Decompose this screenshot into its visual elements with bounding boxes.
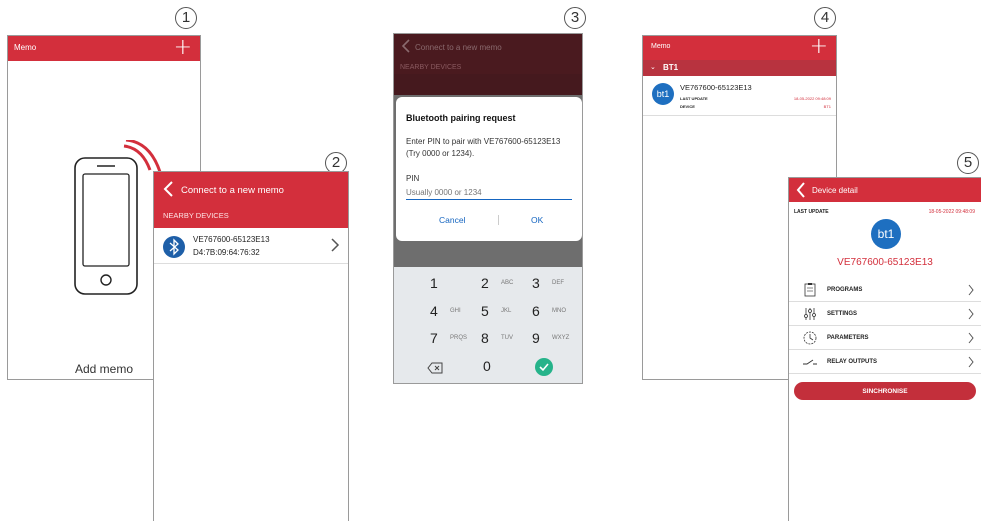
- app-bar: Connect to a new memo NEARBY DEVICES: [154, 172, 348, 228]
- menu-item-parameters[interactable]: PARAMETERS: [789, 326, 981, 350]
- key-0[interactable]: 0: [483, 358, 535, 378]
- backspace-icon[interactable]: [427, 362, 443, 374]
- app-title: Device detail: [812, 186, 858, 195]
- group-header[interactable]: ⌄ BT1: [643, 60, 836, 76]
- app-bar: Device detail: [789, 178, 981, 202]
- key-4[interactable]: 4 GHI: [430, 303, 482, 323]
- key-1[interactable]: 1: [430, 275, 482, 295]
- app-bar: Memo +: [643, 36, 836, 60]
- screen-connect-device: Connect to a new memo NEARBY DEVICES VE7…: [153, 171, 349, 521]
- group-name: BT1: [663, 63, 679, 72]
- menu-item-settings[interactable]: SETTINGS: [789, 302, 981, 326]
- clock-icon: [803, 331, 817, 345]
- key-8[interactable]: 8 TUV: [481, 330, 533, 350]
- step-number-3: 3: [564, 7, 586, 29]
- device-address: D4:7B:09:64:76:32: [193, 248, 260, 257]
- list-item[interactable]: VE767600-65123E13 D4:7B:09:64:76:32: [154, 228, 348, 264]
- plus-icon[interactable]: +: [174, 37, 192, 59]
- chevron-right-icon: [968, 308, 974, 320]
- avatar: bt1: [871, 219, 901, 249]
- section-header: NEARBY DEVICES: [163, 211, 229, 220]
- device-value: BT1: [823, 104, 831, 109]
- key-6[interactable]: 6 MNO: [532, 303, 582, 323]
- cancel-button[interactable]: Cancel: [439, 215, 465, 225]
- chevron-right-icon: [968, 284, 974, 296]
- last-update-label: LAST UPDATE: [794, 209, 829, 215]
- back-chevron-icon[interactable]: [401, 39, 411, 53]
- dialog-title: Bluetooth pairing request: [406, 113, 516, 123]
- menu-item-relay-outputs[interactable]: RELAY OUTPUTS: [789, 350, 981, 374]
- check-icon[interactable]: [535, 358, 553, 376]
- last-update-label: LAST UPDATE: [680, 96, 708, 101]
- plus-icon[interactable]: +: [810, 36, 828, 58]
- chevron-right-icon: [331, 238, 340, 252]
- key-3[interactable]: 3 DEF: [532, 275, 582, 295]
- app-title: Memo: [14, 43, 37, 52]
- bluetooth-icon: [163, 236, 185, 258]
- button-divider: [498, 215, 499, 225]
- step-number-1: 1: [175, 7, 197, 29]
- key-2[interactable]: 2 ABC: [481, 275, 533, 295]
- screen-pairing-dialog: Connect to a new memo NEARBY DEVICES Blu…: [393, 33, 583, 384]
- numeric-keypad: 1 2 ABC 3 DEF 4 GHI 5 JKL 6 MNO 7 PRQS 8 TUV 9W…: [394, 267, 582, 383]
- pin-input[interactable]: [406, 186, 572, 200]
- chevron-right-icon: [968, 356, 974, 368]
- ok-button[interactable]: OK: [531, 215, 543, 225]
- pin-label: PIN: [406, 174, 420, 183]
- dialog-message: Enter PIN to pair with VE767600-65123E13…: [406, 137, 561, 158]
- key-5[interactable]: 5 JKL: [481, 303, 533, 323]
- chevron-right-icon: [968, 332, 974, 344]
- device-name: VE767600-65123E13: [837, 257, 933, 268]
- app-title: Connect to a new memo: [415, 43, 502, 52]
- clipboard-icon: [804, 283, 816, 297]
- screen-device-detail: Device detail LAST UPDATE 18-05-2022 09:…: [788, 177, 981, 521]
- dimmed-list: [394, 74, 582, 95]
- app-bar: Connect to a new memo NEARBY DEVICES: [394, 34, 582, 74]
- back-chevron-icon[interactable]: [162, 181, 174, 197]
- step-number-5: 5: [957, 152, 979, 174]
- section-header: NEARBY DEVICES: [400, 64, 462, 71]
- app-bar: Memo +: [8, 36, 200, 61]
- expand-chevron-icon: ⌄: [650, 64, 656, 71]
- memo-list-item[interactable]: bt1 VE767600-65123E13 LAST UPDATE DEVICE…: [643, 76, 836, 116]
- step-number-4: 4: [814, 7, 836, 29]
- last-update-value: 18-05-2022 09:48:09: [793, 96, 831, 101]
- avatar: bt1: [652, 83, 674, 105]
- last-update-value: 18-05-2022 09:48:09: [928, 209, 975, 215]
- synchronise-button[interactable]: SINCHRONISE: [794, 382, 976, 400]
- back-chevron-icon[interactable]: [796, 182, 806, 198]
- app-title: Connect to a new memo: [181, 185, 284, 196]
- key-7[interactable]: 7 PRQS: [430, 330, 482, 350]
- device-name: VE767600-65123E13: [193, 235, 270, 244]
- menu-item-programs[interactable]: PROGRAMS: [789, 278, 981, 302]
- relay-switch-icon: [803, 359, 817, 365]
- app-title: Memo: [651, 43, 671, 50]
- device-label: DEVICE: [680, 104, 695, 109]
- sliders-icon: [804, 308, 816, 320]
- pairing-dialog: Bluetooth pairing request Enter PIN to p…: [396, 97, 582, 241]
- key-9[interactable]: 9 WXYZ: [532, 330, 582, 350]
- memo-name: VE767600-65123E13: [680, 83, 752, 92]
